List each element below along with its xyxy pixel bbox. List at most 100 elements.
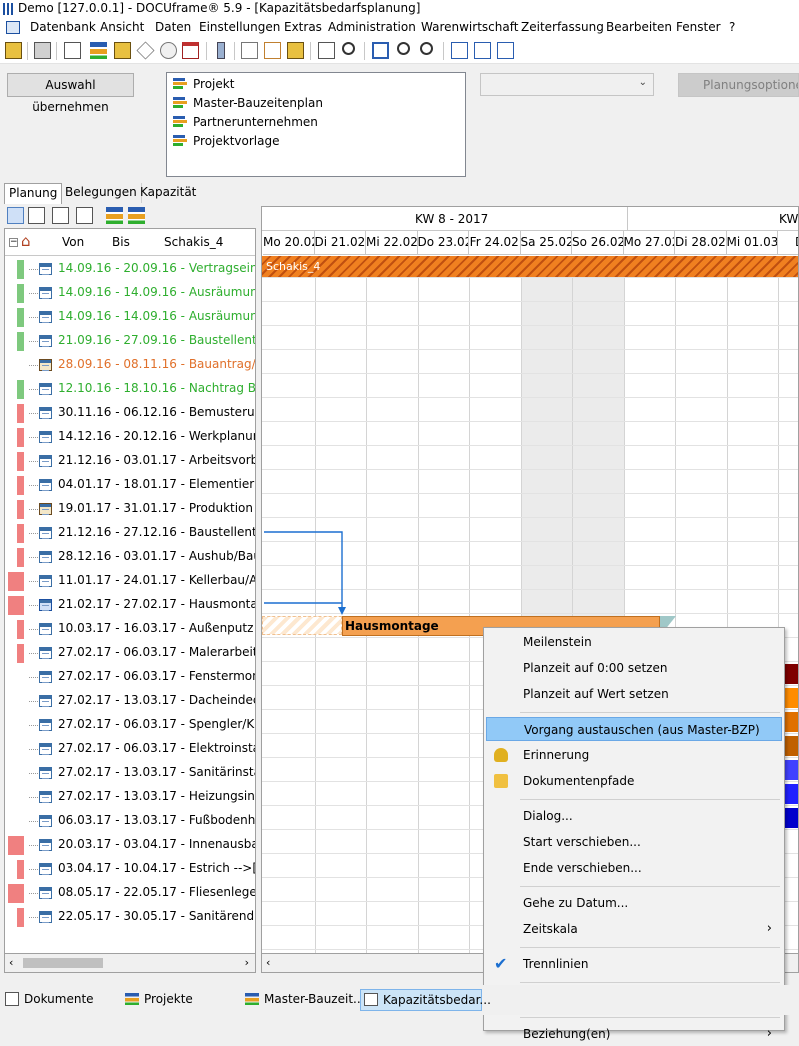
- menu-daten[interactable]: Daten: [155, 20, 191, 34]
- table-row[interactable]: 19.01.17 - 31.01.17 - Produktion: [5, 497, 255, 521]
- edit-plan-icon[interactable]: [106, 207, 123, 224]
- plan-icon[interactable]: [90, 42, 107, 59]
- apply-selection-button[interactable]: Auswahl übernehmen: [7, 73, 134, 114]
- mail-icon[interactable]: [264, 42, 281, 59]
- scroll-right-icon[interactable]: ›: [245, 956, 249, 969]
- shift-right-icon[interactable]: [474, 42, 491, 59]
- list-item[interactable]: Master-Bauzeitenplan: [173, 94, 323, 112]
- menu-help[interactable]: ?: [729, 20, 735, 34]
- list-icon[interactable]: [318, 42, 335, 59]
- table-row[interactable]: 14.12.16 - 20.12.16 - Werkplanung -->: [5, 425, 255, 449]
- menu-item-vorgang-austauschen-aus-master-bzp[interactable]: Vorgang austauschen (aus Master-BZP): [486, 717, 782, 741]
- table-view-icon[interactable]: [52, 207, 69, 224]
- window-tab-dokumente[interactable]: Dokumente: [2, 989, 94, 1011]
- menu-einstellungen[interactable]: Einstellungen: [199, 20, 280, 34]
- table-row[interactable]: 28.12.16 - 03.01.17 - Aushub/Baustell: [5, 545, 255, 569]
- window-tab-projekte[interactable]: Projekte: [122, 989, 193, 1011]
- calendar-icon[interactable]: [182, 42, 199, 59]
- tab-belegungen[interactable]: Belegungen: [61, 183, 142, 203]
- table-row[interactable]: 20.03.17 - 03.04.17 - Innenausbau --: [5, 833, 255, 857]
- table-row[interactable]: 27.02.17 - 06.03.17 - Malerarbeiten (a: [5, 641, 255, 665]
- tag-icon[interactable]: [136, 41, 155, 60]
- table-row[interactable]: 27.02.17 - 06.03.17 - Elektroinstallatio: [5, 737, 255, 761]
- table-row[interactable]: 06.03.17 - 13.03.17 - Fußbodenheizun: [5, 809, 255, 833]
- table-row[interactable]: 27.02.17 - 13.03.17 - Sanitärinstallatio: [5, 761, 255, 785]
- table-row[interactable]: 12.10.16 - 18.10.16 - Nachtrag Bauste: [5, 377, 255, 401]
- list-item[interactable]: Partnerunternehmen: [173, 113, 318, 131]
- table-row[interactable]: 28.09.16 - 08.11.16 - Bauantrag/Bauge: [5, 353, 255, 377]
- menu-item-zeitskala[interactable]: Zeitskala ›: [486, 917, 782, 941]
- system-menu-icon[interactable]: [6, 21, 20, 34]
- card-icon[interactable]: [64, 42, 81, 59]
- table-row[interactable]: 21.12.16 - 27.12.16 - Baustellentermin: [5, 521, 255, 545]
- list-item[interactable]: Projekt: [173, 75, 234, 93]
- tab-kapazitaet[interactable]: Kapazität: [136, 183, 200, 203]
- tab-planung[interactable]: Planung: [4, 183, 63, 204]
- print-icon[interactable]: [34, 42, 51, 59]
- menu-item-ende-verschieben[interactable]: Ende verschieben...: [486, 856, 782, 880]
- menu-zeiterfassung[interactable]: Zeiterfassung: [521, 20, 604, 34]
- list-view-icon[interactable]: [28, 207, 45, 224]
- scroll-thumb[interactable]: [23, 958, 103, 968]
- column-header-name[interactable]: Schakis_4: [164, 235, 223, 249]
- menu-extras[interactable]: Extras: [284, 20, 322, 34]
- window-tab-kapazitaet[interactable]: Kapazitätsbedar...: [360, 989, 491, 1011]
- search-icon[interactable]: [342, 42, 355, 55]
- folder-icon[interactable]: [114, 42, 131, 59]
- window-tab-master-bauzeitenplan[interactable]: Master-Bauzeit...: [242, 989, 364, 1011]
- zoom-out-icon[interactable]: [420, 42, 433, 55]
- folder-star-icon[interactable]: [287, 42, 304, 59]
- menu-item-erinnerung[interactable]: Erinnerung: [486, 743, 782, 767]
- menu-item-dokumentenpfade[interactable]: Dokumentenpfade: [486, 769, 782, 793]
- menu-item-dialog[interactable]: Dialog...: [486, 804, 782, 828]
- shift-left-icon[interactable]: [451, 42, 468, 59]
- table-row[interactable]: 30.11.16 - 06.12.16 - Bemusterung/Na: [5, 401, 255, 425]
- table-row[interactable]: 10.03.17 - 16.03.17 - Außenputz -->[: [5, 617, 255, 641]
- zoom-in-icon[interactable]: [397, 42, 410, 55]
- planning-combo[interactable]: ⌄: [480, 73, 654, 96]
- table-row[interactable]: 21.09.16 - 27.09.16 - Baustellentermin: [5, 329, 255, 353]
- open-icon[interactable]: [5, 42, 22, 59]
- scroll-left-icon[interactable]: ‹: [266, 956, 270, 969]
- table-row[interactable]: 27.02.17 - 13.03.17 - Dacheindeckung: [5, 689, 255, 713]
- list-item[interactable]: Projektvorlage: [173, 132, 279, 150]
- collapse-toggle[interactable]: −: [9, 238, 18, 247]
- menu-item-planzeit-auf-wert-setzen[interactable]: Planzeit auf Wert setzen: [486, 682, 782, 706]
- left-horizontal-scrollbar[interactable]: ‹ ›: [4, 953, 256, 973]
- phone-icon[interactable]: [217, 42, 225, 59]
- plan-overview-icon[interactable]: [128, 207, 145, 224]
- menu-item-gehe-zu-datum[interactable]: Gehe zu Datum...: [486, 891, 782, 915]
- planning-options-button[interactable]: Planungsoptionen: [678, 73, 799, 97]
- grid-view-icon[interactable]: [76, 207, 93, 224]
- selection-listbox[interactable]: Projekt Master-Bauzeitenplan Partnerunte…: [166, 72, 466, 177]
- tree-view-icon[interactable]: [7, 207, 24, 224]
- table-row[interactable]: 21.12.16 - 03.01.17 - Arbeitsvorbereitu: [5, 449, 255, 473]
- table-row[interactable]: 27.02.17 - 13.03.17 - Heizungsinstallat: [5, 785, 255, 809]
- menu-bearbeiten[interactable]: Bearbeiten: [606, 20, 672, 34]
- table-row[interactable]: 03.04.17 - 10.04.17 - Estrich -->[SWP: [5, 857, 255, 881]
- column-header-to[interactable]: Bis: [112, 235, 130, 249]
- scroll-left-icon[interactable]: ‹: [9, 956, 13, 969]
- menu-item-planzeit-auf-0-00-setzen[interactable]: Planzeit auf 0:00 setzen: [486, 656, 782, 680]
- table-row[interactable]: 21.02.17 - 27.02.17 - Hausmontage -: [5, 593, 255, 617]
- table-row[interactable]: 14.09.16 - 20.09.16 - Vertragseingang/: [5, 257, 255, 281]
- menu-item-beziehung-en[interactable]: Beziehung(en) ›: [486, 1022, 782, 1046]
- menu-ansicht[interactable]: Ansicht: [100, 20, 144, 34]
- clock-icon[interactable]: [160, 42, 177, 59]
- table-row[interactable]: 11.01.17 - 24.01.17 - Kellerbau/Abnah: [5, 569, 255, 593]
- table-row[interactable]: 08.05.17 - 22.05.17 - Fliesenlegerarbei: [5, 881, 255, 905]
- menu-item-trennlinien[interactable]: Trennlinien ✔: [486, 952, 782, 976]
- menu-datenbank[interactable]: Datenbank: [30, 20, 96, 34]
- menu-warenwirtschaft[interactable]: Warenwirtschaft: [421, 20, 518, 34]
- menu-administration[interactable]: Administration: [328, 20, 416, 34]
- new-doc-icon[interactable]: [241, 42, 258, 59]
- menu-item-start-verschieben[interactable]: Start verschieben...: [486, 830, 782, 854]
- table-row[interactable]: 27.02.17 - 06.03.17 - Fenstermontage: [5, 665, 255, 689]
- table-row[interactable]: 14.09.16 - 14.09.16 - Ausräumung Vor: [5, 281, 255, 305]
- menu-fenster[interactable]: Fenster: [676, 20, 721, 34]
- column-header-from[interactable]: Von: [62, 235, 84, 249]
- table-row[interactable]: 27.02.17 - 06.03.17 - Spengler/Klempr: [5, 713, 255, 737]
- table-row[interactable]: 04.01.17 - 18.01.17 - Elementierung -: [5, 473, 255, 497]
- table-row[interactable]: 14.09.16 - 14.09.16 - Ausräumung Vor: [5, 305, 255, 329]
- grid-move-icon[interactable]: [497, 42, 514, 59]
